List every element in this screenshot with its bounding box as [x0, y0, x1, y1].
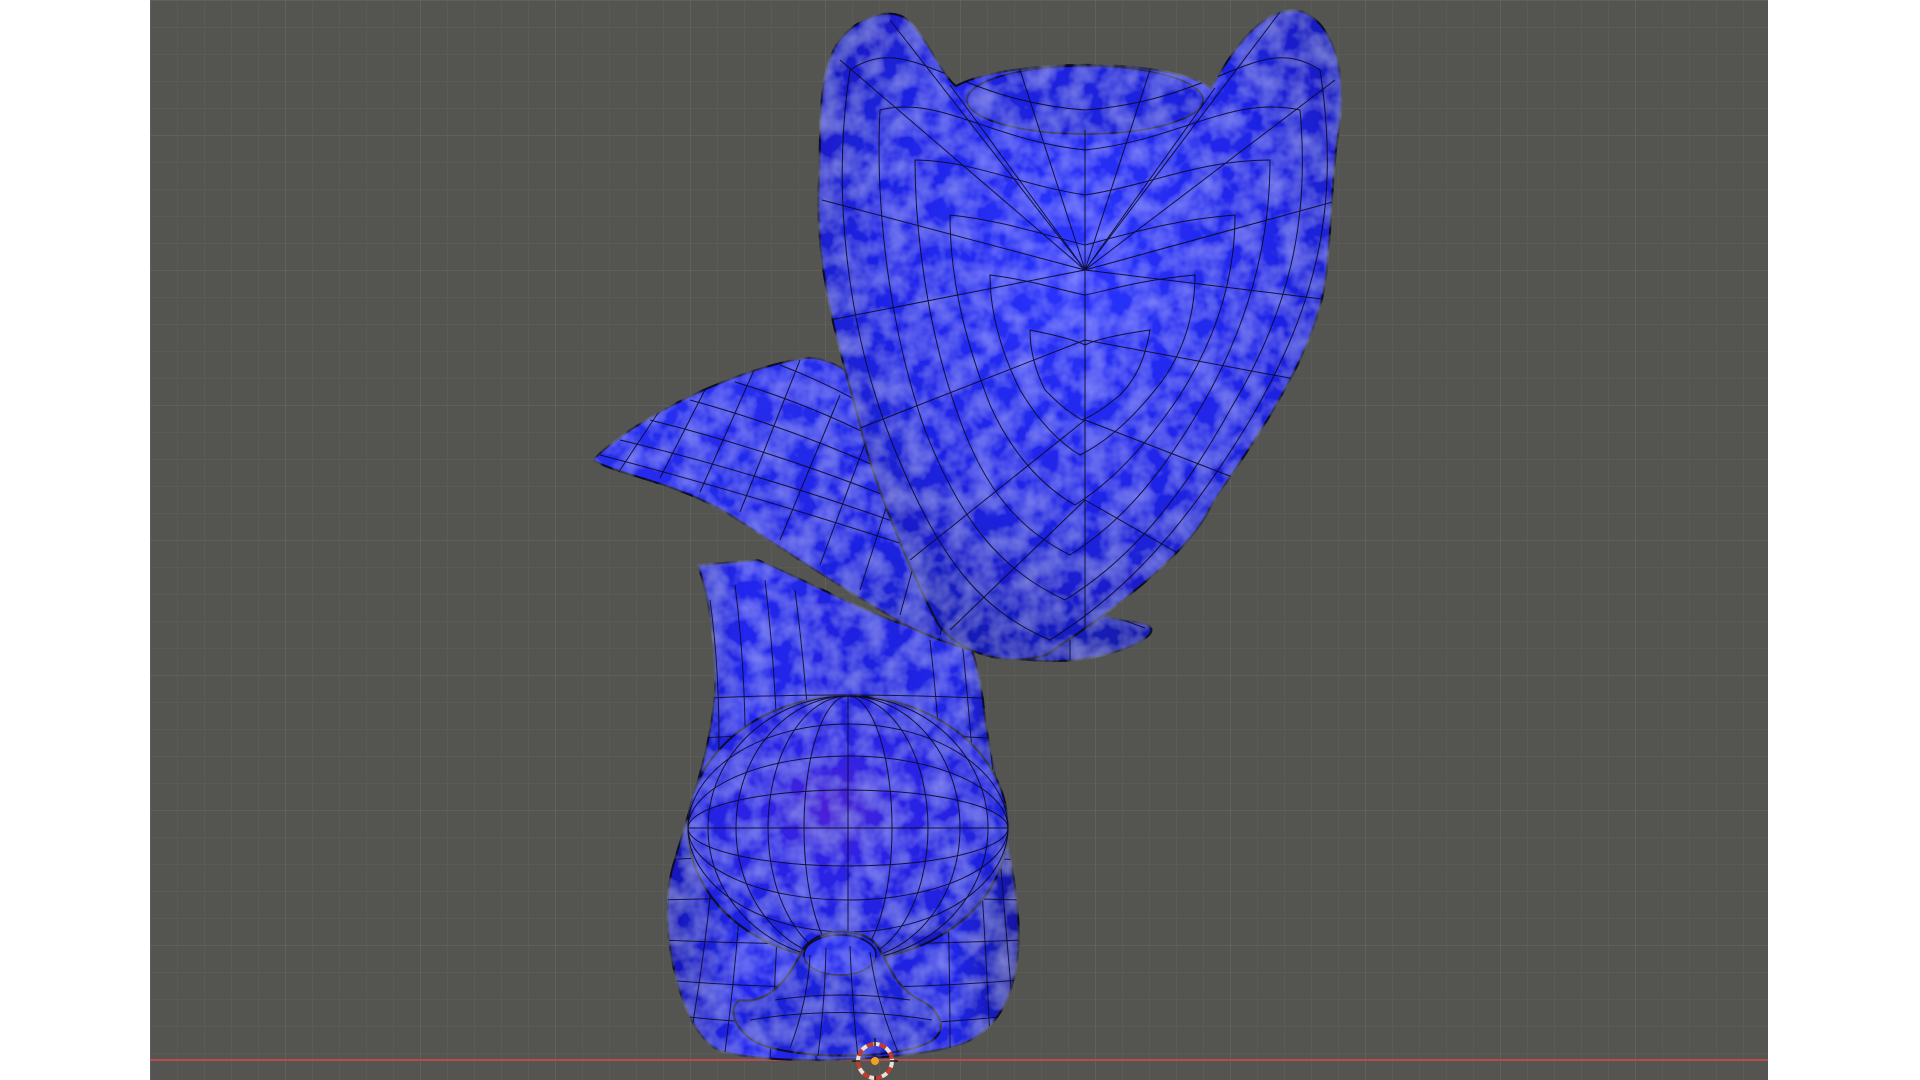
3d-cursor-center — [871, 1057, 879, 1065]
screenshot-frame — [0, 0, 1920, 1080]
viewport-canvas[interactable] — [150, 0, 1768, 1080]
3d-viewport[interactable] — [150, 0, 1768, 1080]
